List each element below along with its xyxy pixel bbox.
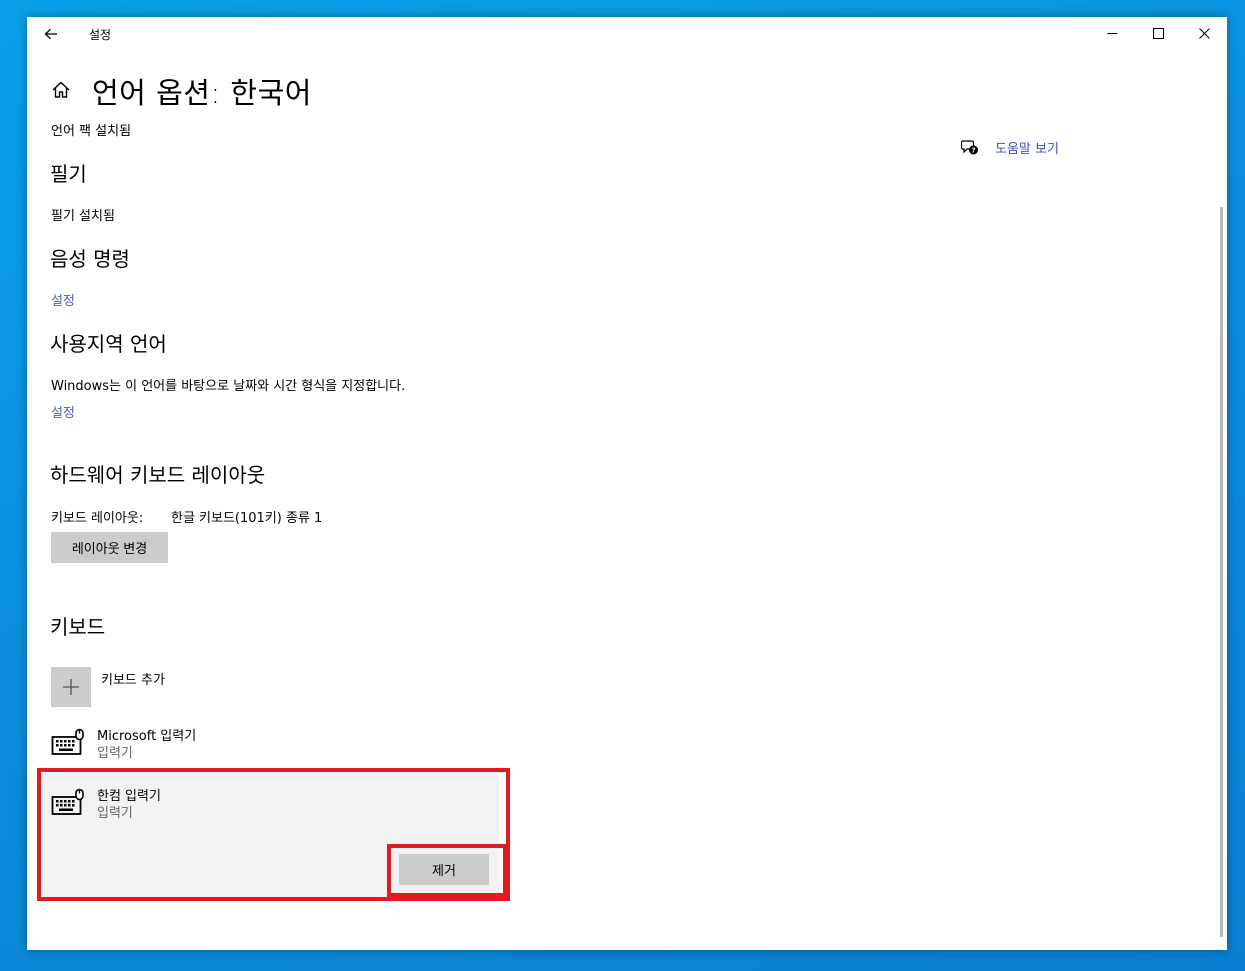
page-title: 언어 옵션: 한국어 (92, 76, 312, 110)
handwriting-status: 필기 설치됨 (51, 209, 115, 224)
maximize-icon (1152, 28, 1164, 39)
add-keyboard-label[interactable]: 키보드 추가 (101, 669, 165, 688)
settings-window: 설정 언어 옵션: 한국어 ? 도움말 보기 언어 팩 설치됨 필기 필기 설치… (27, 17, 1227, 950)
minimize-button[interactable] (1089, 17, 1135, 50)
regional-description: Windows는 이 언어를 바탕으로 날짜와 시간 형식을 지정합니다. (51, 379, 406, 394)
keyboard-type: 입력기 (97, 746, 133, 761)
regional-settings-link[interactable]: 설정 (51, 402, 75, 421)
plus-icon (63, 679, 79, 695)
maximize-button[interactable] (1135, 17, 1181, 50)
back-button[interactable] (39, 23, 63, 45)
regional-heading: 사용지역 언어 (50, 332, 167, 356)
help-label: 도움말 보기 (995, 142, 1059, 157)
keyboard-layout-label: 키보드 레이아웃: (51, 511, 144, 526)
home-icon (52, 81, 70, 98)
speech-heading: 음성 명령 (50, 247, 130, 271)
back-arrow-icon (44, 28, 57, 40)
keyboard-icon (51, 728, 84, 755)
hardware-keyboard-heading: 하드웨어 키보드 레이아웃 (50, 463, 266, 487)
speech-settings-link[interactable]: 설정 (51, 290, 75, 309)
keyboard-item-microsoft[interactable]: Microsoft 입력기 입력기 (51, 728, 451, 762)
help-chat-icon: ? (961, 140, 978, 155)
highlight-remove-box (387, 844, 507, 897)
keyboards-heading: 키보드 (50, 615, 106, 639)
close-icon (1198, 28, 1210, 39)
svg-text:?: ? (971, 147, 975, 155)
keyboard-layout-value: 한글 키보드(101키) 종류 1 (171, 511, 323, 526)
title-bar: 설정 (27, 17, 1227, 50)
window-title: 설정 (89, 28, 112, 42)
home-button[interactable] (50, 79, 72, 101)
add-keyboard-button[interactable] (51, 667, 91, 707)
close-button[interactable] (1181, 17, 1227, 50)
keyboard-name: Microsoft 입력기 (97, 729, 197, 744)
scrollbar[interactable] (1220, 207, 1223, 937)
language-pack-status: 언어 팩 설치됨 (51, 124, 132, 139)
minimize-icon (1107, 33, 1117, 34)
change-layout-button[interactable]: 레이아웃 변경 (51, 532, 168, 563)
help-link[interactable]: ? 도움말 보기 (961, 138, 1059, 157)
handwriting-heading: 필기 (50, 162, 87, 186)
